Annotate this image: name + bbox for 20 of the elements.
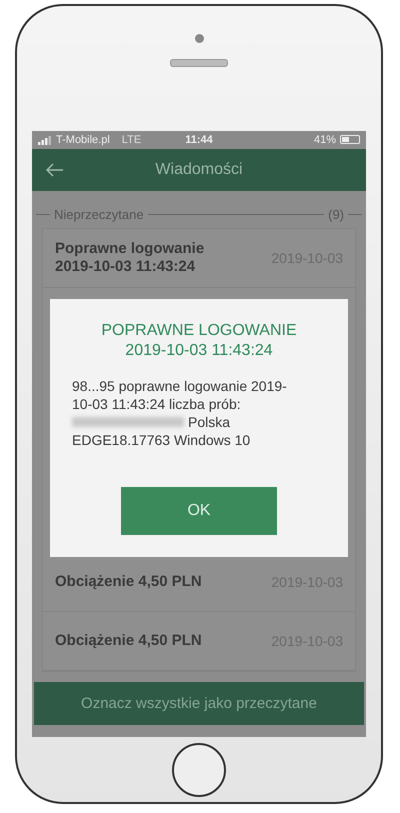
location-text: Polska <box>188 413 230 431</box>
clock-time: 11:44 <box>185 134 213 146</box>
message-title: Obciążenie 4,50 PLN <box>55 573 203 592</box>
back-arrow-icon[interactable] <box>46 162 64 177</box>
camera-icon <box>194 34 204 43</box>
message-title: Poprawne logowanie 2019-10-03 11:43:24 <box>55 240 206 276</box>
header-title: Wiadomości <box>155 160 243 179</box>
battery-icon <box>340 135 360 144</box>
dialog-message: 98...95 poprawne logowanie 2019-10-03 11:43:24 liczba prób: <box>72 377 288 413</box>
battery-percent: 41% <box>314 134 336 146</box>
network-type: LTE <box>122 134 142 146</box>
carrier-name: T-Mobile.pl <box>56 134 110 146</box>
home-button[interactable] <box>172 742 226 796</box>
signal-icon <box>38 134 52 145</box>
dialog-title: POPRAWNE LOGOWANIE 2019-10-03 11:43:24 <box>100 321 298 361</box>
browser-text: EDGE18.17763 Windows 10 <box>72 431 252 449</box>
mark-all-read-button[interactable]: Oznacz wszystkie jako przeczytane <box>34 682 364 725</box>
speaker-icon <box>170 59 228 67</box>
ok-button[interactable]: OK <box>121 487 277 535</box>
message-title: Obciążenie 4,50 PLN <box>55 632 203 650</box>
